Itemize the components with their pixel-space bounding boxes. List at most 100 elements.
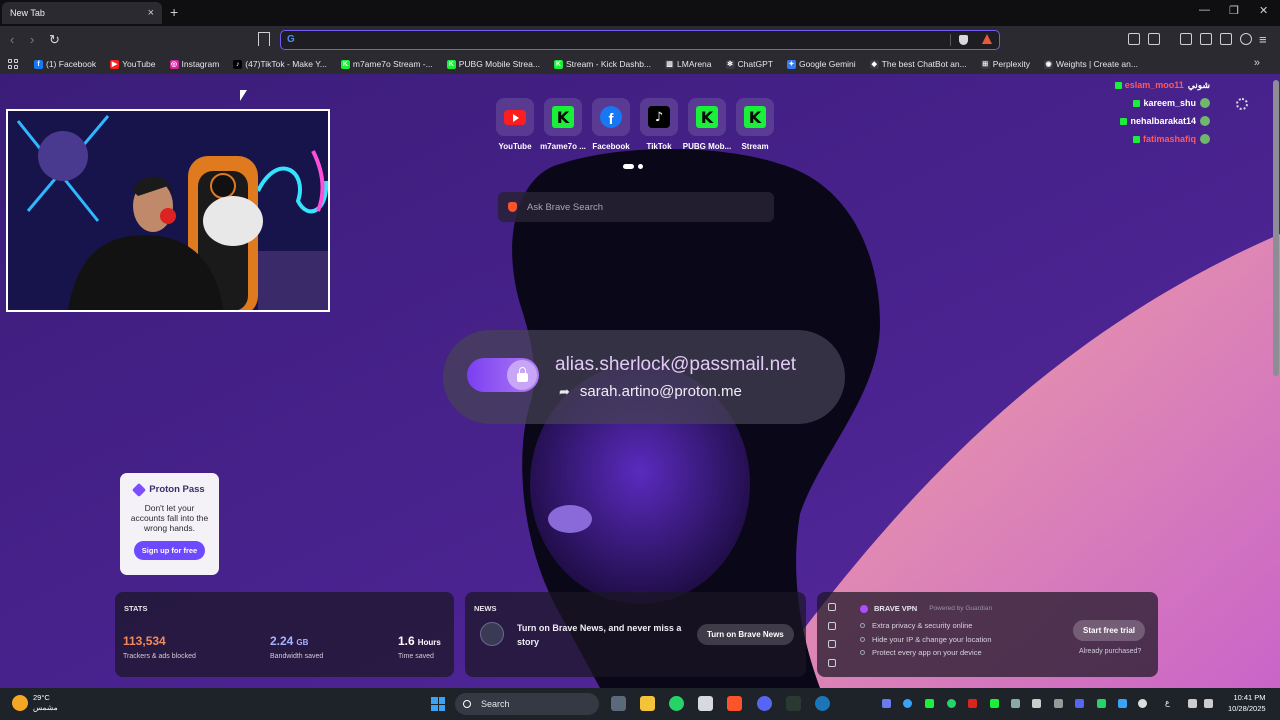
brave-rewards-icon[interactable] (982, 34, 992, 44)
tray-app-icon[interactable] (903, 699, 912, 708)
volume-icon[interactable] (1204, 699, 1213, 708)
wallet-icon[interactable] (1148, 33, 1160, 45)
kick-icon: K (552, 106, 574, 128)
top-site-tile[interactable]: Km7ame7o ... (540, 98, 586, 151)
tab-search-icon[interactable] (1200, 33, 1212, 45)
tray-app-icon[interactable] (1097, 699, 1106, 708)
alias-toggle[interactable] (467, 358, 539, 392)
sign-up-button[interactable]: Sign up for free (133, 540, 206, 560)
vpn-header: BRAVE VPN Powered by Guardian (860, 604, 992, 613)
weather-desc: مشمس (33, 702, 58, 712)
forward-button[interactable]: › (30, 32, 34, 47)
start-icon[interactable] (431, 697, 445, 711)
minimize-button[interactable]: — (1199, 4, 1210, 16)
url-input[interactable] (305, 32, 945, 48)
bookmark-item[interactable]: Km7ame7o Stream -... (340, 59, 433, 69)
microphone-icon[interactable] (1138, 699, 1147, 708)
weather-widget[interactable]: 29°C مشمس (12, 693, 58, 713)
chat-message: eslam_moo11 شوني (1040, 76, 1210, 94)
bookmark-item[interactable]: K PUBG Mobile Strea... (446, 59, 540, 69)
notepad-icon[interactable] (698, 696, 713, 711)
input-language[interactable]: ع (1165, 698, 1170, 707)
more-bookmarks-icon[interactable]: » (1254, 57, 1260, 69)
bookmark-item[interactable]: ♪ (47)TikTok - Make Y... (233, 59, 327, 69)
already-purchased-link[interactable]: Already purchased? (1079, 648, 1141, 655)
bookmark-item[interactable]: ✻ ChatGPT (725, 59, 773, 69)
apps-icon[interactable] (8, 59, 18, 69)
bookmark-item[interactable]: f (1) Facebook (34, 59, 96, 69)
menu-icon[interactable]: ≡ (1259, 32, 1267, 47)
forward-arrow-icon: ➦ (559, 383, 570, 399)
tray-app-icon[interactable] (1054, 699, 1063, 708)
bookmark-item[interactable]: ◆ The best ChatBot an... (869, 59, 967, 69)
tray-app-icon[interactable] (882, 699, 891, 708)
tray-app-icon[interactable] (968, 699, 977, 708)
tray-app-icon[interactable] (1011, 699, 1020, 708)
top-site-tile[interactable]: YouTube (496, 98, 534, 151)
steam-icon[interactable] (815, 696, 830, 711)
back-button[interactable]: ‹ (10, 32, 14, 47)
bookmark-label: YouTube (122, 59, 156, 69)
tray-app-icon[interactable] (990, 699, 999, 708)
bookmark-item[interactable]: ⊞ Perplexity (980, 59, 1030, 69)
address-bar[interactable]: G (280, 30, 1000, 50)
search-input[interactable] (527, 201, 774, 213)
bookmark-favicon-icon: f (34, 59, 43, 69)
bookmark-icon[interactable] (258, 32, 270, 46)
facebook-icon: f (600, 106, 622, 128)
bookmark-item[interactable]: ✦ Google Gemini (786, 59, 856, 69)
tab-new-tab[interactable]: New Tab × (2, 2, 162, 24)
close-window-button[interactable]: ✕ (1259, 4, 1268, 17)
task-view-icon[interactable] (611, 696, 626, 711)
youtube-icon (504, 109, 526, 125)
top-site-tile[interactable]: ♪ TikTok (640, 98, 678, 151)
proton-pass-title: Proton Pass (149, 484, 205, 495)
network-icon[interactable] (1188, 699, 1197, 708)
tray-app-icon[interactable] (947, 699, 956, 708)
top-site-tile[interactable]: K PUBG Mob... (683, 98, 731, 151)
tray-app-icon[interactable] (925, 699, 934, 708)
start-free-trial-button[interactable]: Start free trial (1073, 620, 1146, 641)
extensions-icon[interactable] (1128, 33, 1140, 45)
top-site-icon-box: K (688, 98, 726, 136)
turn-on-news-button[interactable]: Turn on Brave News (697, 624, 794, 645)
sidebar-icon[interactable] (1180, 33, 1192, 45)
bookmark-favicon-icon: ✻ (725, 59, 735, 69)
tray-app-icon[interactable] (1075, 699, 1084, 708)
clock[interactable]: 10:41 PM 10/28/2025 (1228, 693, 1266, 714)
whatsapp-icon[interactable] (669, 696, 684, 711)
tray-app-icon[interactable] (1118, 699, 1127, 708)
bandwidth-value: 2.24 (270, 634, 294, 648)
discord-icon[interactable] (757, 696, 772, 711)
settings-icon[interactable] (1236, 98, 1248, 110)
brave-search-box[interactable] (498, 192, 774, 222)
reload-button[interactable]: ↻ (49, 32, 60, 48)
maximize-button[interactable]: ❐ (1229, 4, 1239, 17)
widget-switcher[interactable] (823, 598, 841, 672)
brave-browser-icon[interactable] (727, 696, 742, 711)
bookmark-item[interactable]: ◉ Weights | Create an... (1044, 59, 1138, 69)
webcam-overlay (6, 109, 330, 312)
bookmark-item[interactable]: ▶ YouTube (110, 59, 156, 69)
terminal-icon[interactable] (786, 696, 801, 711)
kick-badge-icon (1114, 81, 1122, 89)
tab-close-icon[interactable]: × (148, 7, 154, 19)
page-scrollbar[interactable] (1273, 80, 1279, 376)
tray-app-icon[interactable] (1032, 699, 1041, 708)
bookmark-item[interactable]: ◎ Instagram (169, 59, 219, 69)
taskbar-search[interactable]: Search (455, 693, 599, 715)
top-sites-pager[interactable] (623, 164, 643, 169)
tiktok-icon: ♪ (648, 106, 670, 128)
leo-ai-icon[interactable] (1220, 33, 1232, 45)
bookmark-label: ChatGPT (737, 59, 773, 69)
new-tab-button[interactable]: + (170, 4, 178, 20)
top-site-tile[interactable]: K Stream (736, 98, 774, 151)
top-site-tile[interactable]: f Facebook (592, 98, 630, 151)
bookmark-item[interactable]: ▥ LMArena (665, 59, 712, 69)
chat-message: nehalbarakat14 (1040, 112, 1210, 130)
bookmark-item[interactable]: K Stream - Kick Dashb... (553, 59, 651, 69)
vpn-icon[interactable] (1240, 33, 1252, 45)
brave-shields-icon[interactable] (959, 35, 968, 45)
kick-icon: K (744, 106, 766, 128)
file-explorer-icon[interactable] (640, 696, 655, 711)
